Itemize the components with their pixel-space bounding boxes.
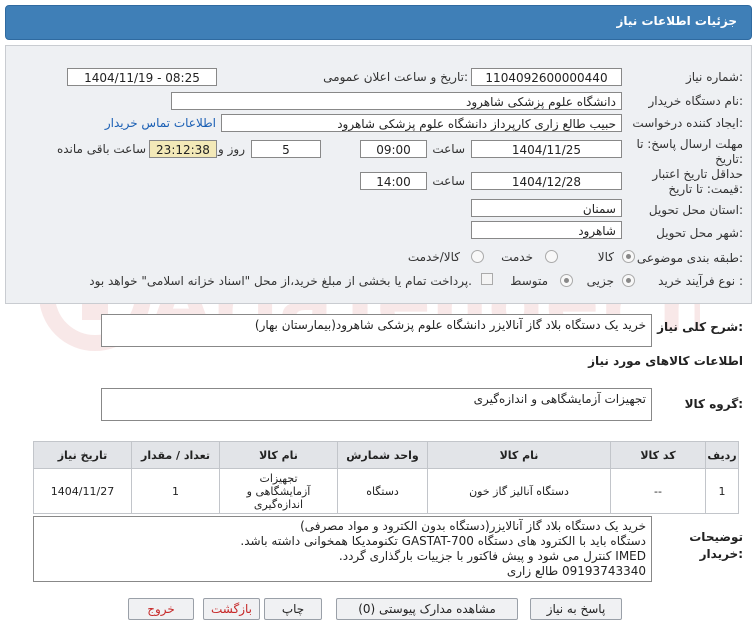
cell-unit: دستگاه bbox=[337, 468, 428, 514]
summary-field[interactable]: خرید یک دستگاه بلاد گاز آنالایزر دانشگاه… bbox=[101, 314, 652, 347]
deadline-label: مهلت ارسال پاسخ: تا bbox=[636, 137, 743, 151]
items-table: ردیف کد کالا نام کالا واحد شمارش نام کال… bbox=[33, 441, 739, 514]
remaining-time-field: 23:12:38 bbox=[149, 140, 217, 158]
days-label: روز و bbox=[218, 142, 245, 156]
notes-line: خرید یک دستگاه بلاد گاز آنالایزر(دستگاه … bbox=[300, 519, 646, 533]
goods-section-title: اطلاعات کالاهای مورد نیاز bbox=[588, 354, 743, 368]
category-option-goods: کالا bbox=[597, 250, 614, 264]
city-label: شهر محل تحویل: bbox=[656, 226, 743, 240]
notes-field[interactable]: خرید یک دستگاه بلاد گاز آنالایزر(دستگاه … bbox=[33, 516, 652, 582]
creator-field[interactable]: حبیب طالع زاری کارپرداز دانشگاه علوم پزش… bbox=[221, 114, 622, 132]
need-number-label: شماره نیاز: bbox=[685, 70, 743, 84]
summary-label: شرح کلی نیاز: bbox=[657, 320, 743, 334]
process-radio-medium[interactable] bbox=[560, 274, 573, 287]
col-code: کد کالا bbox=[610, 441, 706, 469]
category-radio-goods-service[interactable] bbox=[471, 250, 484, 263]
process-option-medium: متوسط bbox=[510, 274, 548, 288]
deadline-time-label: ساعت bbox=[432, 142, 465, 156]
goods-group-label: گروه کالا: bbox=[684, 397, 743, 411]
announce-field[interactable]: 1404/11/19 - 08:25 bbox=[67, 68, 217, 86]
deadline-time-field[interactable]: 09:00 bbox=[360, 140, 427, 158]
col-name: نام کالا bbox=[427, 441, 611, 469]
buyer-org-field[interactable]: دانشگاه علوم پزشکی شاهرود bbox=[171, 92, 622, 110]
cell-date: 1404/11/27 bbox=[33, 468, 132, 514]
notes-line: دستگاه باید با الکترود های دستگاه GASTAT… bbox=[240, 534, 646, 548]
announce-label: تاریخ و ساعت اعلان عمومی: bbox=[323, 70, 468, 84]
province-field[interactable]: سمنان bbox=[471, 199, 622, 217]
notes-label: توضیحات bbox=[689, 530, 743, 544]
notes-line: 09193743340 طالع زاری bbox=[506, 564, 646, 578]
notes-label-2: خریدار: bbox=[699, 547, 743, 561]
cell-qty: 1 bbox=[131, 468, 220, 514]
category-radio-service[interactable] bbox=[545, 250, 558, 263]
cell-group: تجهیزات آزمایشگاهی و اندازه‌گیری bbox=[219, 468, 338, 514]
cell-name: دستگاه آنالیز گاز خون bbox=[427, 468, 611, 514]
buyer-org-label: نام دستگاه خریدار: bbox=[648, 94, 744, 108]
city-field[interactable]: شاهرود bbox=[471, 221, 622, 239]
creator-label: ایجاد کننده درخواست: bbox=[632, 116, 743, 130]
category-radio-goods[interactable] bbox=[622, 250, 635, 263]
notes-line: IMED کنترل می شود و پیش فاکتور با جزییات… bbox=[338, 549, 646, 563]
table-row[interactable]: 1 -- دستگاه آنالیز گاز خون دستگاه تجهیزا… bbox=[33, 468, 739, 514]
category-option-service: خدمت bbox=[501, 250, 533, 264]
goods-group-field[interactable]: تجهیزات آزمایشگاهی و اندازه‌گیری bbox=[101, 388, 652, 421]
page-header: جزئیات اطلاعات نیاز bbox=[5, 5, 752, 40]
print-button[interactable]: چاپ bbox=[264, 598, 322, 620]
col-row: ردیف bbox=[705, 441, 739, 469]
process-label: نوع فرآیند خرید : bbox=[658, 274, 743, 288]
validity-time-field[interactable]: 14:00 bbox=[360, 172, 427, 190]
col-group: نام کالا bbox=[219, 441, 338, 469]
col-qty: تعداد / مقدار bbox=[131, 441, 220, 469]
category-option-goods-service: کالا/خدمت bbox=[407, 250, 460, 264]
need-number-field[interactable]: 1104092600000440 bbox=[471, 68, 622, 86]
validity-date-field[interactable]: 1404/12/28 bbox=[471, 172, 622, 190]
validity-label-2: قیمت: تا تاریخ: bbox=[668, 182, 743, 196]
items-table-header: ردیف کد کالا نام کالا واحد شمارش نام کال… bbox=[33, 441, 739, 469]
cell-row: 1 bbox=[705, 468, 739, 514]
col-unit: واحد شمارش bbox=[337, 441, 428, 469]
reply-button[interactable]: پاسخ به نیاز bbox=[530, 598, 622, 620]
payment-text: پرداخت تمام یا بخشی از مبلغ خرید،از محل … bbox=[89, 274, 472, 288]
deadline-date-field[interactable]: 1404/11/25 bbox=[471, 140, 622, 158]
col-date: تاریخ نیاز bbox=[33, 441, 132, 469]
validity-time-label: ساعت bbox=[432, 174, 465, 188]
deadline-label-2: تاریخ: bbox=[715, 152, 743, 166]
process-option-minor: جزیی bbox=[586, 274, 614, 288]
contact-buyer-link[interactable]: اطلاعات تماس خریدار bbox=[105, 116, 216, 130]
back-button[interactable]: بازگشت bbox=[203, 598, 260, 620]
validity-label: حداقل تاریخ اعتبار bbox=[652, 167, 743, 181]
category-label: طبقه بندی موضوعی: bbox=[636, 251, 743, 265]
cell-code: -- bbox=[610, 468, 706, 514]
exit-button[interactable]: خروج bbox=[128, 598, 194, 620]
view-attachments-button[interactable]: مشاهده مدارک پیوستی (0) bbox=[336, 598, 518, 620]
province-label: استان محل تحویل: bbox=[648, 203, 743, 217]
remaining-time-label: ساعت باقی مانده bbox=[56, 142, 146, 156]
days-field[interactable]: 5 bbox=[251, 140, 321, 158]
page-title: جزئیات اطلاعات نیاز bbox=[616, 14, 737, 28]
process-radio-minor[interactable] bbox=[622, 274, 635, 287]
payment-checkbox[interactable] bbox=[481, 273, 493, 285]
